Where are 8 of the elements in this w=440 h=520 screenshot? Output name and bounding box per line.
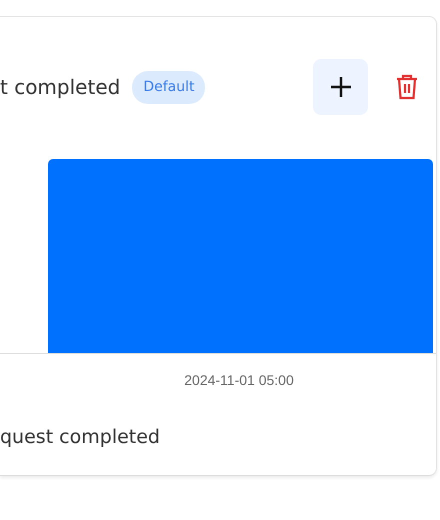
card-title: t completed [0,74,120,101]
trash-icon [396,74,418,100]
delete-button[interactable] [396,74,418,100]
default-badge: Default [132,70,206,104]
add-button[interactable] [313,59,368,115]
plus-icon [330,76,352,98]
legend-label: quest completed [0,425,161,450]
x-axis-label: 2024-11-01 05:00 [183,371,295,390]
